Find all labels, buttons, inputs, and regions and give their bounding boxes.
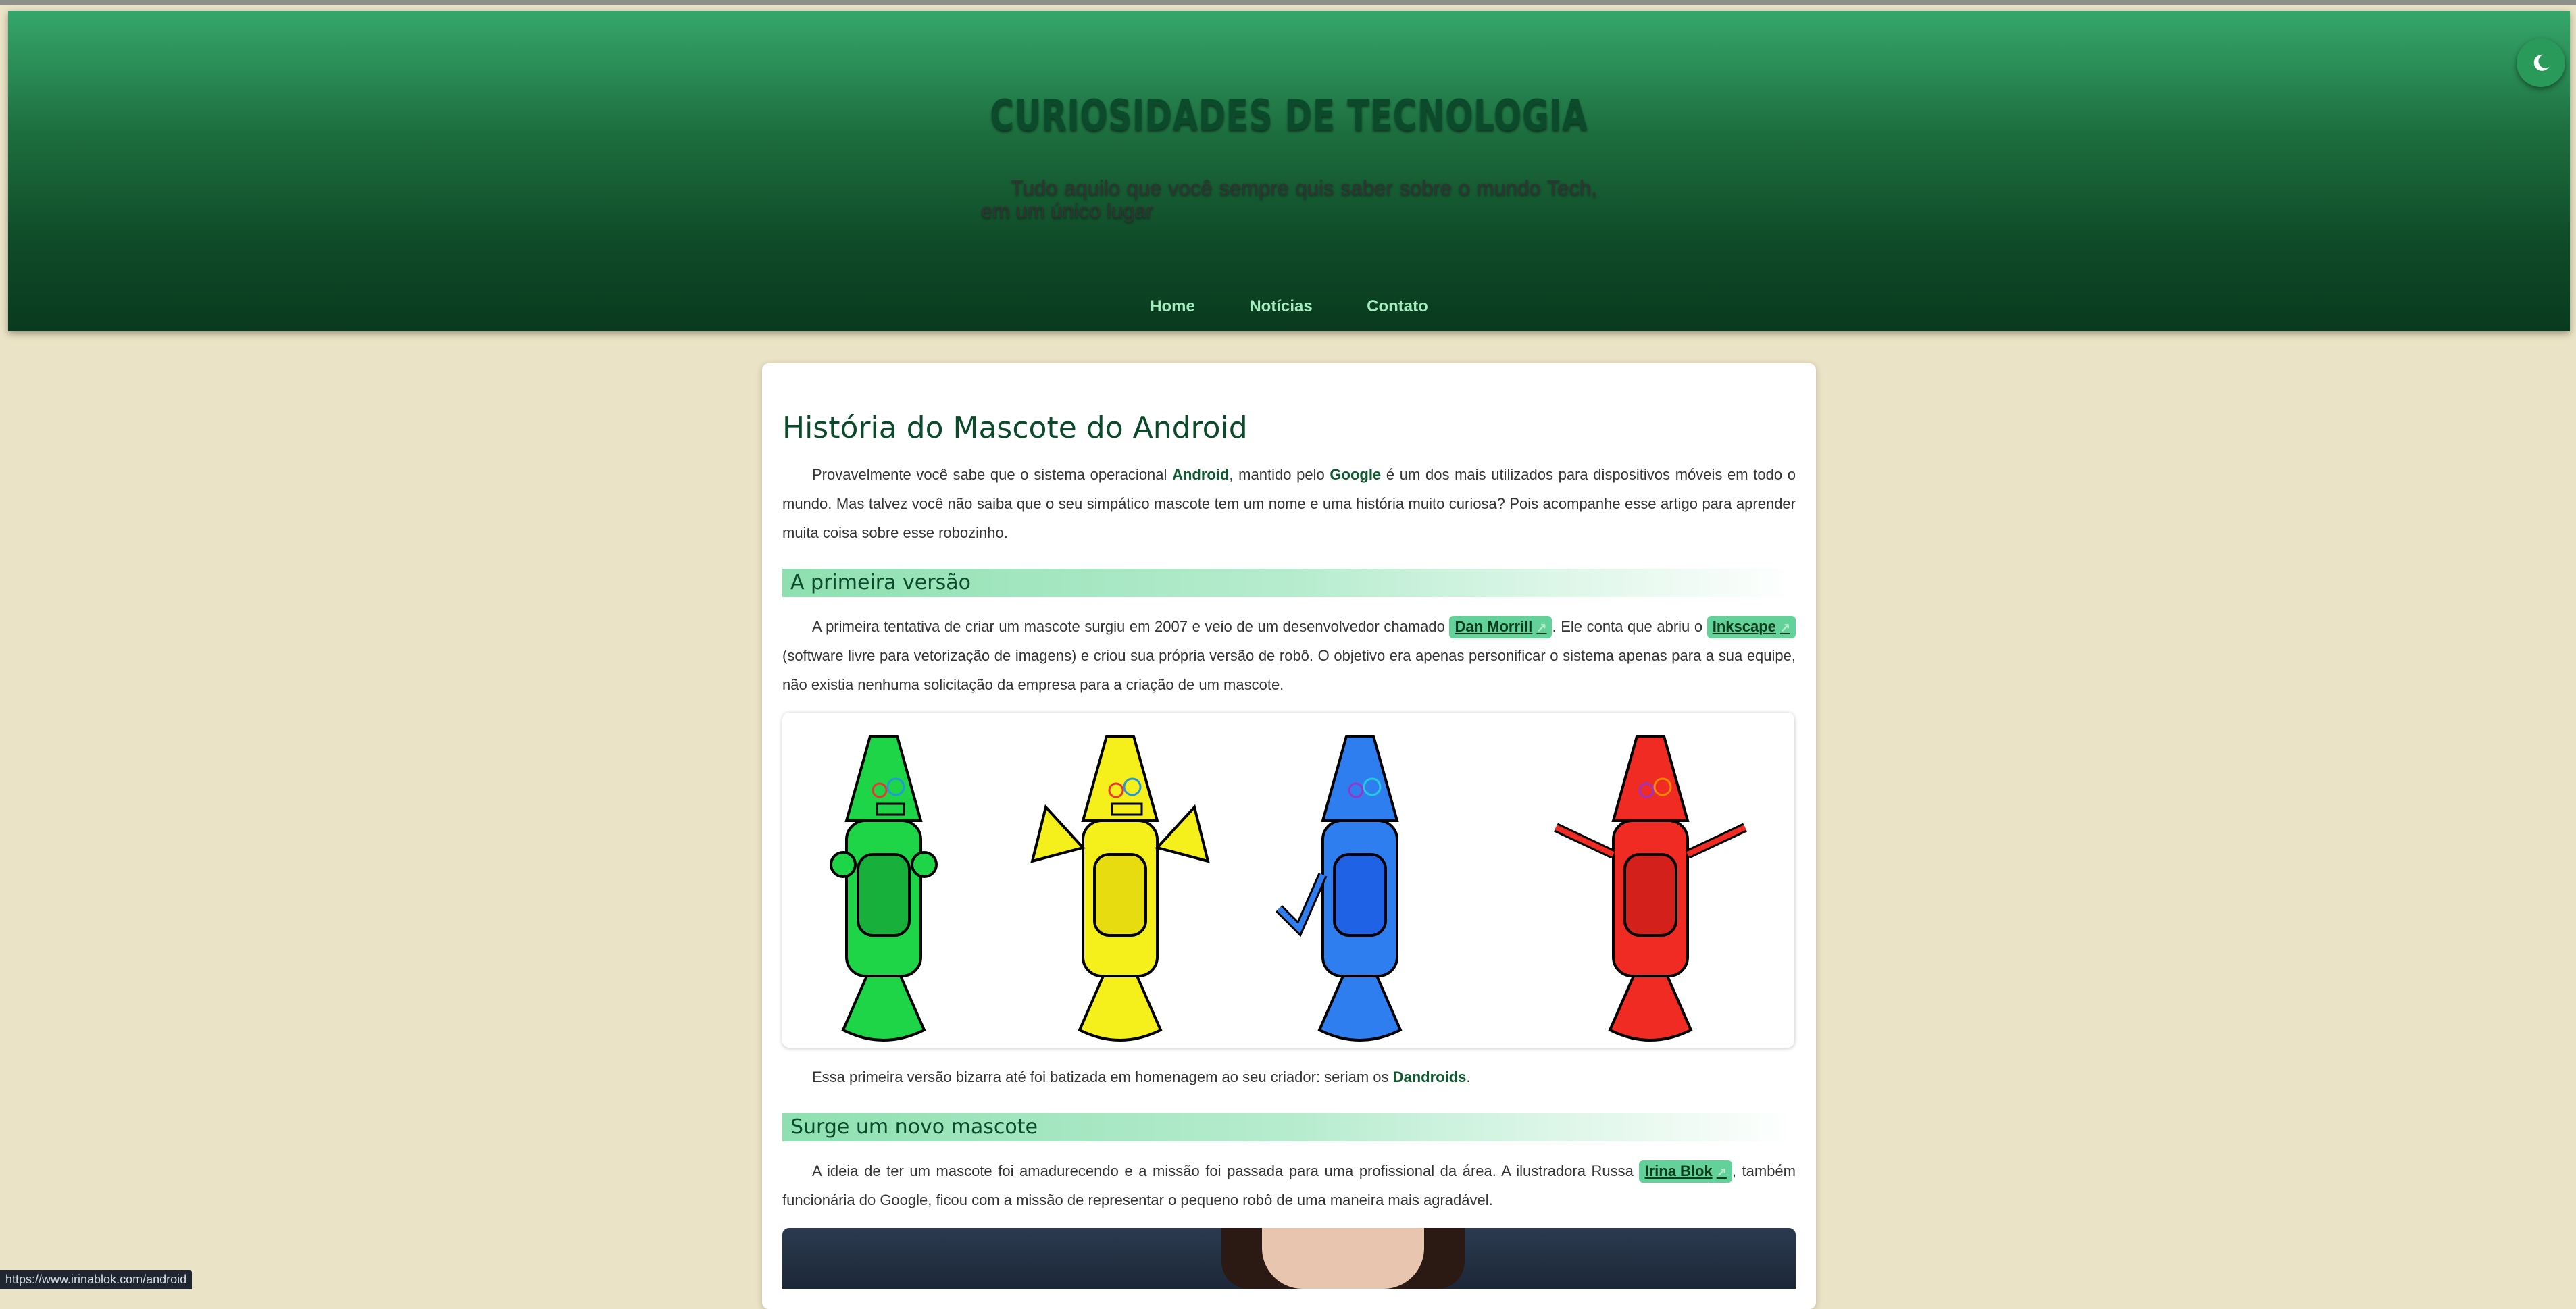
article-title: História do Mascote do Android <box>782 411 1248 445</box>
external-link-icon: ↗ <box>1716 1165 1727 1179</box>
moon-icon <box>2533 54 2549 71</box>
link-dan-morrill[interactable]: Dan Morrill ↗ <box>1449 616 1552 638</box>
s1-caption-end: . <box>1466 1069 1471 1085</box>
link-inkscape-label: Inkscape <box>1712 618 1776 635</box>
intro-paragraph: Provavelmente você sabe que o sistema op… <box>782 460 1796 547</box>
external-link-icon: ↗ <box>1536 621 1547 634</box>
link-dan-morrill-label: Dan Morrill <box>1455 618 1533 635</box>
android-highlight: Android <box>1172 466 1230 483</box>
intro-text-1: Provavelmente você sabe que o sistema op… <box>812 466 1173 483</box>
nav-home[interactable]: Home <box>1150 297 1195 316</box>
site-header: CURIOSIDADES DE TECNOLOGIA Tudo aquilo q… <box>8 11 2570 331</box>
photo-face <box>1262 1228 1424 1289</box>
intro-text-2: , mantido pelo <box>1229 466 1330 483</box>
status-bar-url: https://www.irinablok.com/android <box>0 1270 193 1289</box>
s1-text-1: A primeira tentativa de criar um mascote… <box>812 618 1450 635</box>
section1-paragraph: A primeira tentativa de criar um mascote… <box>782 612 1796 699</box>
nav-contato[interactable]: Contato <box>1367 297 1428 316</box>
article-card: História do Mascote do Android Provavelm… <box>762 363 1816 1309</box>
robot-red <box>1554 735 1747 1042</box>
site-title: CURIOSIDADES DE TECNOLOGIA <box>990 91 1588 140</box>
section-heading-primeira-versao: A primeira versão <box>782 569 1796 597</box>
robot-blue <box>1276 735 1403 1042</box>
section2-paragraph: A ideia de ter um mascote foi amadurecen… <box>782 1156 1796 1214</box>
window-top-border <box>0 0 2576 5</box>
link-inkscape[interactable]: Inkscape ↗ <box>1707 616 1796 638</box>
external-link-icon: ↗ <box>1779 621 1791 634</box>
theme-toggle-button[interactable] <box>2517 38 2565 87</box>
section-heading-novo-mascote: Surge um novo mascote <box>782 1113 1796 1141</box>
site-subtitle: Tudo aquilo que você sempre quis saber s… <box>981 176 1597 222</box>
dandroids-highlight: Dandroids <box>1392 1069 1467 1085</box>
robot-green <box>830 735 938 1042</box>
s1-caption-text: Essa primeira versão bizarra até foi bat… <box>812 1069 1393 1085</box>
dandroids-image <box>782 713 1794 1048</box>
s1-text-2: . Ele conta que abriu o <box>1552 618 1707 635</box>
irina-blok-photo <box>782 1228 1796 1289</box>
link-irina-blok-label: Irina Blok <box>1644 1162 1713 1179</box>
google-highlight: Google <box>1330 466 1382 483</box>
nav-noticias[interactable]: Notícias <box>1249 297 1312 316</box>
robot-yellow <box>1030 735 1210 1042</box>
main-nav: Home Notícias Contato <box>8 297 2570 316</box>
s1-text-3: (software livre para vetorização de imag… <box>782 647 1796 693</box>
link-irina-blok[interactable]: Irina Blok ↗ <box>1639 1160 1732 1183</box>
section1-caption-paragraph: Essa primeira versão bizarra até foi bat… <box>782 1062 1796 1092</box>
s2-text-1: A ideia de ter um mascote foi amadurecen… <box>812 1162 1640 1179</box>
